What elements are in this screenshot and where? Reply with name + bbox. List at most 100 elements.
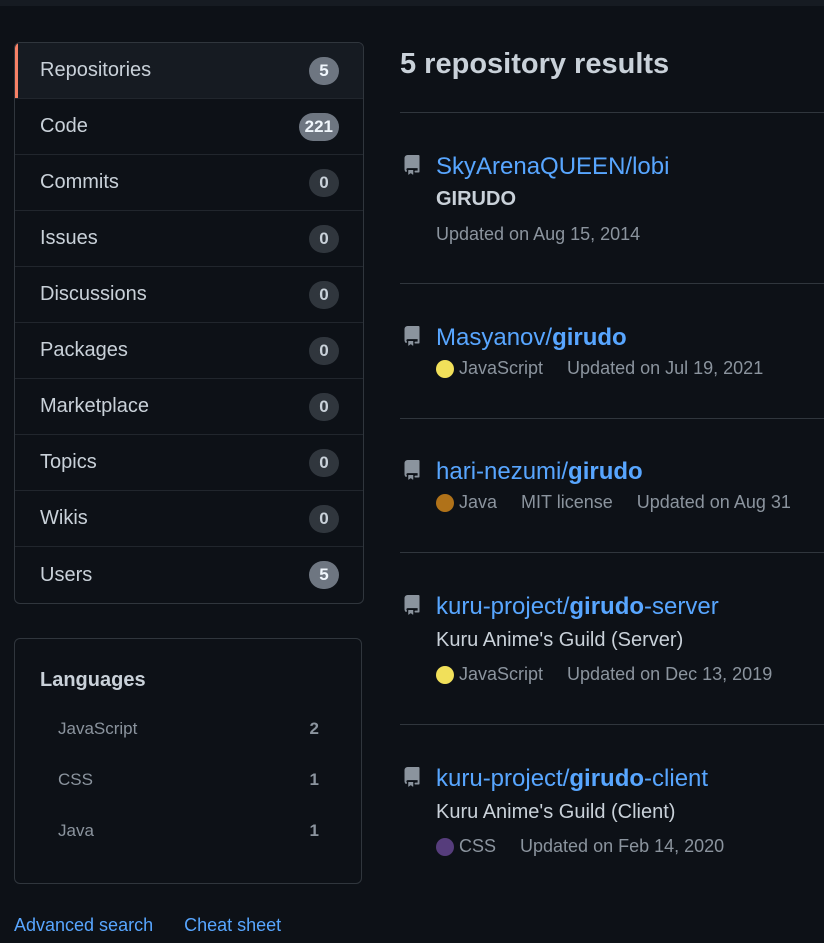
count-badge: 5 xyxy=(309,561,339,589)
repo-owner: kuru-project/ xyxy=(436,765,570,792)
repo-owner: Masyanov/ xyxy=(436,324,553,351)
menu-item-packages[interactable]: Packages 0 xyxy=(15,323,363,379)
repo-language: JavaScript xyxy=(436,358,543,379)
repo-description: GIRUDO xyxy=(436,188,516,210)
repo-name: -server xyxy=(644,593,719,620)
repo-description: Kuru Anime's Guild (Client) xyxy=(436,801,676,823)
repo-language: CSS xyxy=(436,836,496,857)
language-label: Java xyxy=(459,492,498,512)
languages-filter: Languages JavaScript 2 CSS 1 Java 1 xyxy=(14,638,362,884)
repo-result: hari-nezumi/girudo Java MIT license Upda… xyxy=(400,458,824,518)
repo-name: lobi xyxy=(632,153,670,180)
language-name: JavaScript xyxy=(58,719,138,738)
repo-meta: JavaScript Updated on Jul 19, 2021 xyxy=(436,358,763,379)
menu-item-label: Topics xyxy=(40,451,97,473)
language-color-dot xyxy=(436,359,454,378)
count-badge: 221 xyxy=(298,112,339,141)
repo-icon xyxy=(404,595,420,615)
repo-link[interactable]: kuru-project/girudo-client xyxy=(436,765,708,793)
language-name: CSS xyxy=(58,770,93,789)
menu-item-repositories[interactable]: Repositories 5 xyxy=(15,43,363,99)
language-label: CSS xyxy=(459,836,497,856)
menu-item-label: Users xyxy=(40,563,93,586)
menu-item-code[interactable]: Code 221 xyxy=(15,99,363,155)
repo-icon xyxy=(404,767,420,787)
footer-links: Advanced search Cheat sheet xyxy=(14,915,307,936)
repo-result: SkyArenaQUEEN/lobi GIRUDO Updated on Aug… xyxy=(400,153,824,253)
count-badge: 5 xyxy=(309,56,339,85)
menu-item-label: Wikis xyxy=(40,507,88,529)
count-badge: 0 xyxy=(309,392,339,421)
search-type-menu: Repositories 5 Code 221 Commits 0 Issues… xyxy=(14,42,364,604)
repo-name-match: girudo xyxy=(569,593,645,620)
count-badge: 0 xyxy=(309,504,339,533)
language-name: Java xyxy=(58,821,94,840)
repo-updated: Updated on Feb 14, 2020 xyxy=(520,836,725,856)
repo-result: kuru-project/girudo-client Kuru Anime's … xyxy=(400,765,824,865)
language-label: JavaScript xyxy=(459,358,544,378)
repo-language: JavaScript xyxy=(436,664,543,685)
languages-title: Languages xyxy=(40,669,146,691)
divider xyxy=(400,552,824,553)
menu-item-label: Packages xyxy=(40,339,128,361)
repo-icon xyxy=(404,460,420,480)
repo-result: kuru-project/girudo-server Kuru Anime's … xyxy=(400,593,824,693)
repo-language: Java xyxy=(436,492,497,513)
repo-updated: Updated on Jul 19, 2021 xyxy=(567,358,764,378)
menu-item-label: Discussions xyxy=(40,283,147,305)
language-count: 2 xyxy=(309,719,319,738)
divider xyxy=(400,112,824,113)
language-color-dot xyxy=(436,837,454,856)
menu-item-label: Repositories xyxy=(40,59,152,81)
menu-item-users[interactable]: Users 5 xyxy=(15,547,363,603)
language-count: 1 xyxy=(309,770,319,789)
menu-item-label: Marketplace xyxy=(40,395,149,417)
language-filter-java[interactable]: Java 1 xyxy=(58,821,319,841)
repo-name: -client xyxy=(644,765,709,792)
count-badge: 0 xyxy=(309,280,339,309)
repo-owner: SkyArenaQUEEN/ xyxy=(436,153,633,180)
repo-owner: kuru-project/ xyxy=(436,593,570,620)
repo-updated: Updated on Aug 15, 2014 xyxy=(436,224,641,244)
repo-icon xyxy=(404,155,420,175)
menu-item-label: Issues xyxy=(40,227,98,249)
menu-item-label: Code xyxy=(40,115,88,137)
language-filter-javascript[interactable]: JavaScript 2 xyxy=(58,719,319,739)
repo-result: Masyanov/girudo JavaScript Updated on Ju… xyxy=(400,324,824,384)
count-badge: 0 xyxy=(309,336,339,365)
repo-updated: Updated on Aug 31 xyxy=(636,492,791,512)
divider xyxy=(400,724,824,725)
advanced-search-link[interactable]: Advanced search xyxy=(14,915,153,935)
count-badge: 0 xyxy=(309,224,339,253)
top-header-strip xyxy=(0,0,824,6)
repo-name-match: girudo xyxy=(568,458,643,485)
repo-description: Kuru Anime's Guild (Server) xyxy=(436,629,684,651)
language-color-dot xyxy=(436,493,454,512)
repo-icon xyxy=(404,326,420,346)
repo-meta: Updated on Aug 15, 2014 xyxy=(436,224,640,245)
repo-link[interactable]: hari-nezumi/girudo xyxy=(436,458,643,486)
count-badge: 0 xyxy=(309,448,339,477)
language-count: 1 xyxy=(309,821,319,840)
repo-meta: Java MIT license Updated on Aug 31 xyxy=(436,492,791,513)
menu-item-topics[interactable]: Topics 0 xyxy=(15,435,363,491)
repo-link[interactable]: Masyanov/girudo xyxy=(436,324,627,352)
repo-updated: Updated on Dec 13, 2019 xyxy=(567,664,773,684)
count-badge: 0 xyxy=(309,168,339,197)
menu-item-commits[interactable]: Commits 0 xyxy=(15,155,363,211)
menu-item-discussions[interactable]: Discussions 0 xyxy=(15,267,363,323)
repo-name-match: girudo xyxy=(569,765,645,792)
repo-link[interactable]: kuru-project/girudo-server xyxy=(436,593,719,621)
menu-item-marketplace[interactable]: Marketplace 0 xyxy=(15,379,363,435)
repo-link[interactable]: SkyArenaQUEEN/lobi xyxy=(436,153,669,181)
language-label: JavaScript xyxy=(459,664,544,684)
language-filter-css[interactable]: CSS 1 xyxy=(58,770,319,790)
repo-owner: hari-nezumi/ xyxy=(436,458,569,485)
cheat-sheet-link[interactable]: Cheat sheet xyxy=(184,915,281,935)
repo-name-match: girudo xyxy=(552,324,627,351)
menu-item-issues[interactable]: Issues 0 xyxy=(15,211,363,267)
menu-item-wikis[interactable]: Wikis 0 xyxy=(15,491,363,547)
repo-meta: CSS Updated on Feb 14, 2020 xyxy=(436,836,724,857)
repo-license: MIT license xyxy=(521,492,613,512)
menu-item-label: Commits xyxy=(40,171,119,193)
